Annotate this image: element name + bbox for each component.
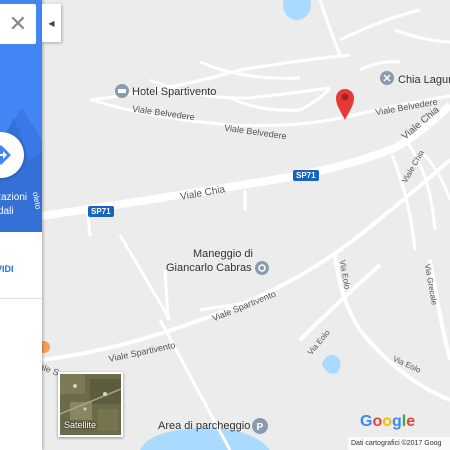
chevron-left-icon: ◀	[48, 18, 55, 28]
hotel-icon	[115, 84, 129, 98]
panel-divider	[0, 298, 42, 299]
poi-parking-label[interactable]: Area di parcheggio	[158, 420, 250, 432]
poi-maneggio-label-2[interactable]: Giancarlo Cabras	[166, 262, 252, 274]
water-pond	[322, 355, 341, 374]
parking-icon: P	[252, 418, 268, 434]
place-panel: zazioni dali oleto ✕ VIDI	[0, 0, 42, 450]
close-icon: ✕	[8, 11, 28, 36]
directions-button[interactable]	[0, 132, 24, 178]
satellite-toggle[interactable]: Satellite	[58, 372, 123, 437]
header-line-2: dali	[0, 206, 14, 217]
close-button[interactable]: ✕	[0, 4, 36, 44]
collapse-panel-button[interactable]: ◀	[42, 4, 61, 42]
directions-icon	[0, 145, 11, 165]
svg-text:P: P	[257, 422, 264, 433]
minor-streets	[85, 0, 450, 450]
save-link[interactable]: VIDI	[0, 264, 14, 274]
poi-maneggio-label-1[interactable]: Maneggio di	[193, 248, 253, 260]
poi-chia-label[interactable]: Chia Lagun	[398, 74, 450, 86]
chia-poi-icon	[380, 71, 394, 85]
highway-shield-sp71-b: SP71	[88, 206, 114, 217]
header-line-1: zazioni	[0, 192, 28, 203]
maneggio-poi-icon	[255, 261, 269, 275]
poi-hotel-label[interactable]: Hotel Spartivento	[132, 86, 216, 98]
map-attribution[interactable]: Dati cartografici ©2017 Goog	[348, 437, 450, 450]
satellite-label: Satellite	[64, 420, 97, 430]
highway-shield-sp71-a: SP71	[293, 170, 319, 181]
water-top	[283, 0, 311, 20]
google-logo: Google	[360, 413, 416, 430]
